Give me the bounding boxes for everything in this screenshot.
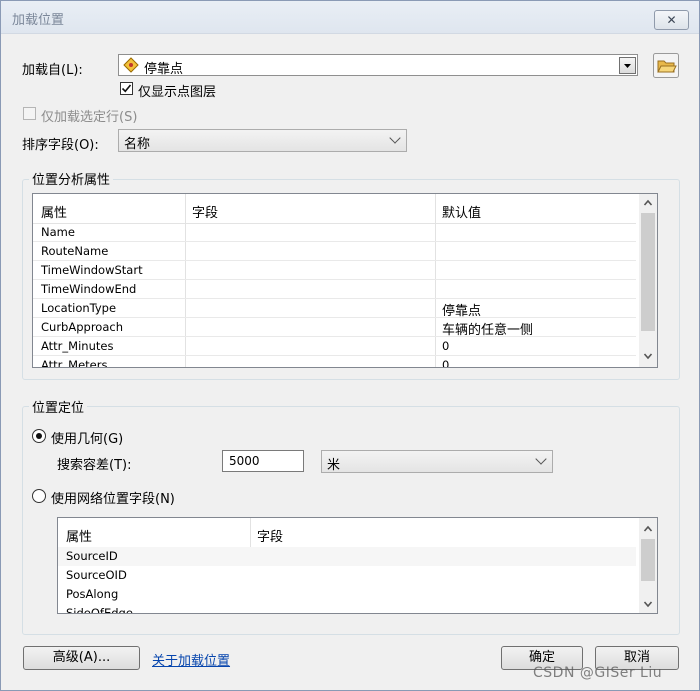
table-row[interactable]: TimeWindowStart	[33, 261, 636, 280]
network-fields-table[interactable]: 属性 字段 SourceID SourceOID PosAlong SideOf…	[57, 517, 658, 614]
sort-field-label: 排序字段(O):	[22, 138, 99, 153]
column-header-field[interactable]: 字段	[192, 202, 218, 221]
advanced-button-label: 高级(A)...	[52, 650, 111, 665]
property-cell: TimeWindowStart	[41, 263, 143, 277]
scroll-down-icon[interactable]	[643, 351, 653, 361]
chevron-down-icon	[535, 453, 547, 465]
load-from-dropdown-arrow[interactable]	[619, 57, 636, 74]
chevron-down-icon	[389, 132, 401, 144]
cancel-button-label: 取消	[623, 650, 650, 665]
table-row[interactable]: LocationType 停靠点	[33, 299, 636, 319]
default-cell: 停靠点	[442, 304, 482, 319]
scroll-up-icon[interactable]	[643, 198, 653, 208]
table-row[interactable]: TimeWindowEnd	[33, 280, 636, 299]
table-row[interactable]: Attr_Minutes 0	[33, 337, 636, 356]
column-header-field[interactable]: 字段	[257, 526, 283, 545]
vertical-scrollbar[interactable]	[639, 518, 657, 613]
table-row[interactable]: RouteName	[33, 242, 636, 261]
title-bar: 加载位置 ✕	[1, 1, 699, 34]
load-from-label: 加载自(L):	[22, 63, 83, 78]
table-row[interactable]: SourceOID	[58, 566, 636, 585]
scroll-up-icon[interactable]	[643, 524, 653, 534]
radio-selected-dot	[36, 433, 42, 439]
use-network-fields-label: 使用网络位置字段(N)	[51, 492, 175, 507]
table-row[interactable]: Name	[33, 223, 636, 242]
property-cell: Name	[41, 225, 75, 239]
property-cell: SideOfEdge	[66, 606, 133, 614]
column-header-default[interactable]: 默认值	[442, 202, 481, 221]
only-points-label: 仅显示点图层	[138, 85, 217, 100]
scrollbar-thumb[interactable]	[641, 213, 655, 331]
table-row[interactable]: SourceID	[58, 547, 636, 566]
property-cell: SourceOID	[66, 568, 127, 582]
table-header: 属性 字段	[58, 518, 636, 548]
sort-field-value: 名称	[124, 137, 151, 152]
default-cell: 车辆的任意一侧	[442, 323, 534, 338]
property-cell: PosAlong	[66, 587, 119, 601]
table-row[interactable]: Attr_Meters 0	[33, 356, 636, 368]
scroll-down-icon[interactable]	[643, 599, 653, 609]
column-divider	[250, 518, 251, 548]
property-cell: Attr_Minutes	[41, 339, 114, 353]
dropdown-arrow-icon	[624, 64, 631, 68]
default-cell: 0	[442, 358, 450, 368]
scrollbar-thumb[interactable]	[641, 539, 655, 581]
analysis-properties-table[interactable]: 属性 字段 默认值 Name RouteName TimeWindowStart…	[32, 193, 658, 368]
tolerance-value: 5000	[229, 454, 260, 468]
open-folder-icon	[653, 53, 679, 78]
only-points-checkbox[interactable]	[120, 82, 133, 95]
sort-field-dropdown[interactable]: 名称	[118, 129, 407, 152]
tolerance-label: 搜索容差(T):	[57, 458, 132, 473]
property-cell: LocationType	[41, 301, 117, 315]
ok-button-label: 确定	[528, 650, 555, 665]
open-folder-button[interactable]	[653, 53, 679, 78]
window-title: 加载位置	[12, 13, 65, 28]
selected-only-checkbox[interactable]	[23, 107, 36, 120]
use-geometry-radio[interactable]	[32, 429, 46, 443]
default-cell: 0	[442, 339, 450, 353]
vertical-scrollbar[interactable]	[639, 194, 657, 367]
tolerance-unit-value: 米	[327, 458, 341, 473]
table-row[interactable]: PosAlong	[58, 585, 636, 604]
table-header: 属性 字段 默认值	[33, 194, 636, 224]
table-row[interactable]: SideOfEdge	[58, 604, 636, 614]
close-icon: ✕	[666, 13, 677, 27]
analysis-properties-title: 位置分析属性	[29, 169, 114, 188]
column-header-property[interactable]: 属性	[41, 202, 67, 221]
point-layer-icon	[123, 57, 139, 73]
tolerance-unit-dropdown[interactable]: 米	[321, 450, 553, 473]
checkmark-icon	[121, 84, 132, 93]
property-cell: SourceID	[66, 549, 118, 563]
table-row[interactable]: CurbApproach 车辆的任意一侧	[33, 318, 636, 338]
property-cell: TimeWindowEnd	[41, 282, 137, 296]
watermark: CSDN @GISer Liu	[533, 665, 663, 681]
property-cell: CurbApproach	[41, 320, 123, 334]
tolerance-input[interactable]: 5000	[222, 450, 304, 472]
close-button[interactable]: ✕	[654, 10, 689, 30]
positioning-title: 位置定位	[29, 397, 88, 416]
load-locations-dialog: 加载位置 ✕ 加载自(L): 停靠点 仅显示点图层 仅加载选定行(S) 排序字段…	[0, 0, 700, 691]
about-load-locations-link[interactable]: 关于加载位置	[152, 650, 230, 669]
load-from-value: 停靠点	[144, 62, 184, 77]
property-cell: Attr_Meters	[41, 358, 108, 368]
use-geometry-label: 使用几何(G)	[51, 432, 124, 447]
load-from-dropdown[interactable]: 停靠点	[118, 54, 638, 77]
use-network-fields-radio[interactable]	[32, 489, 46, 503]
advanced-button[interactable]: 高级(A)...	[23, 646, 140, 670]
selected-only-label: 仅加载选定行(S)	[41, 110, 138, 125]
column-header-property[interactable]: 属性	[66, 526, 92, 545]
property-cell: RouteName	[41, 244, 109, 258]
